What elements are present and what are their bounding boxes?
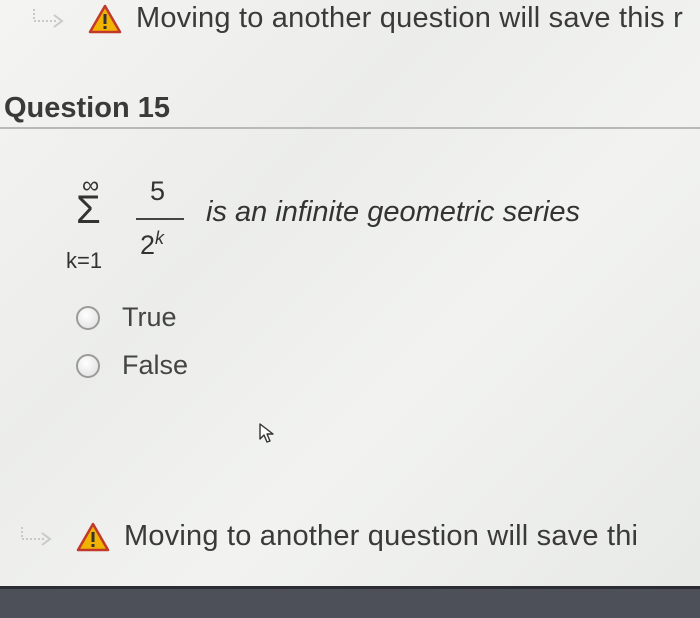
warning-icon [88, 4, 122, 33]
top-warning-banner: Moving to another question will save thi… [30, 2, 683, 35]
denominator: 2k [140, 228, 164, 261]
screen-bezel [0, 589, 700, 618]
radio-false[interactable] [76, 353, 100, 378]
fraction: 5 2k [136, 176, 186, 276]
cursor-icon [259, 423, 274, 443]
option-true[interactable]: True [76, 302, 177, 333]
radio-true[interactable] [76, 305, 100, 330]
denominator-base: 2 [140, 230, 156, 260]
option-label: False [122, 350, 189, 380]
question-statement: is an infinite geometric series [206, 196, 580, 228]
question-title: Question 15 [4, 92, 170, 124]
divider [0, 127, 700, 129]
warning-text: Moving to another question will save thi… [136, 2, 683, 34]
arrow-icon [33, 8, 64, 28]
option-false[interactable]: False [76, 350, 188, 381]
numerator: 5 [150, 176, 166, 206]
warning-text: Moving to another question will save thi [124, 520, 639, 552]
option-label: True [122, 302, 177, 332]
summation: ∞ Σ k=1 [62, 172, 122, 273]
sigma-symbol: Σ [76, 188, 101, 232]
bottom-warning-banner: Moving to another question will save thi [18, 520, 638, 553]
denominator-exponent: k [155, 228, 165, 248]
arrow-icon [21, 526, 52, 546]
warning-icon [76, 522, 110, 551]
sum-lower-limit: k=1 [66, 248, 103, 273]
fraction-bar [136, 218, 184, 220]
